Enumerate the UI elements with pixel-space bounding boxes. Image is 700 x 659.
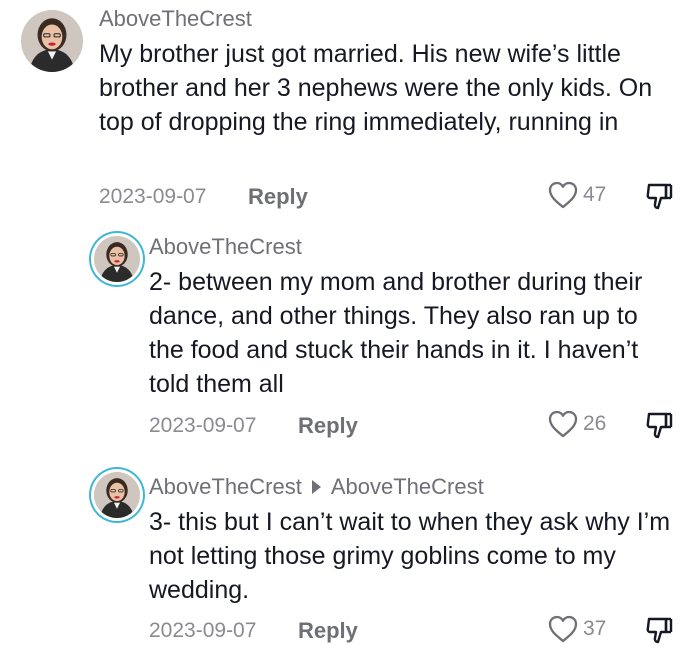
username-text[interactable]: AboveTheCrest: [149, 234, 302, 260]
reply-to-username[interactable]: AboveTheCrest: [331, 474, 484, 500]
comment-date: 2023-09-07: [99, 185, 207, 208]
heart-icon: [548, 181, 578, 209]
reply-button[interactable]: Reply: [298, 618, 358, 644]
heart-icon: [548, 410, 578, 438]
avatar[interactable]: [94, 236, 140, 282]
like-count: 26: [583, 412, 607, 435]
reply-button[interactable]: Reply: [298, 413, 358, 439]
reply-item: AboveTheCrest 2- between my mom and brot…: [0, 230, 700, 465]
comment-text: 2- between my mom and brother during the…: [149, 268, 643, 398]
reply-button[interactable]: Reply: [248, 184, 308, 210]
comment-date: 2023-09-07: [149, 414, 257, 437]
comment-text: My brother just got married. His new wif…: [99, 40, 653, 136]
avatar-image: [21, 10, 83, 72]
avatar-image: [94, 236, 140, 282]
comment-date: 2023-09-07: [149, 619, 257, 642]
like-count: 37: [583, 617, 607, 640]
comment-username: AboveTheCrest AboveTheCrest: [149, 474, 484, 500]
like-button[interactable]: 47: [547, 180, 606, 210]
heart-icon: [548, 615, 578, 643]
reply-arrow-icon: [311, 480, 321, 494]
dislike-button[interactable]: [644, 181, 674, 211]
thumbs-down-icon: [646, 412, 673, 439]
thumbs-down-icon: [646, 617, 673, 644]
avatar-image: [94, 472, 140, 518]
username-text[interactable]: AboveTheCrest: [99, 6, 252, 32]
like-button[interactable]: 37: [547, 614, 606, 644]
dislike-button[interactable]: [644, 615, 674, 645]
avatar[interactable]: [21, 10, 83, 72]
like-button[interactable]: 26: [547, 409, 606, 439]
thumbs-down-icon: [646, 183, 673, 210]
comment-username[interactable]: AboveTheCrest: [99, 6, 252, 32]
avatar[interactable]: [94, 472, 140, 518]
like-count: 47: [583, 183, 607, 206]
dislike-button[interactable]: [644, 410, 674, 440]
reply-item: AboveTheCrest AboveTheCrest 3- this but …: [0, 465, 700, 659]
username-text[interactable]: AboveTheCrest: [149, 474, 302, 500]
comment-username[interactable]: AboveTheCrest: [149, 234, 302, 260]
comment-item: AboveTheCrest My brother just got marrie…: [0, 0, 700, 230]
comment-text: 3- this but I can’t wait to when they as…: [149, 508, 671, 604]
